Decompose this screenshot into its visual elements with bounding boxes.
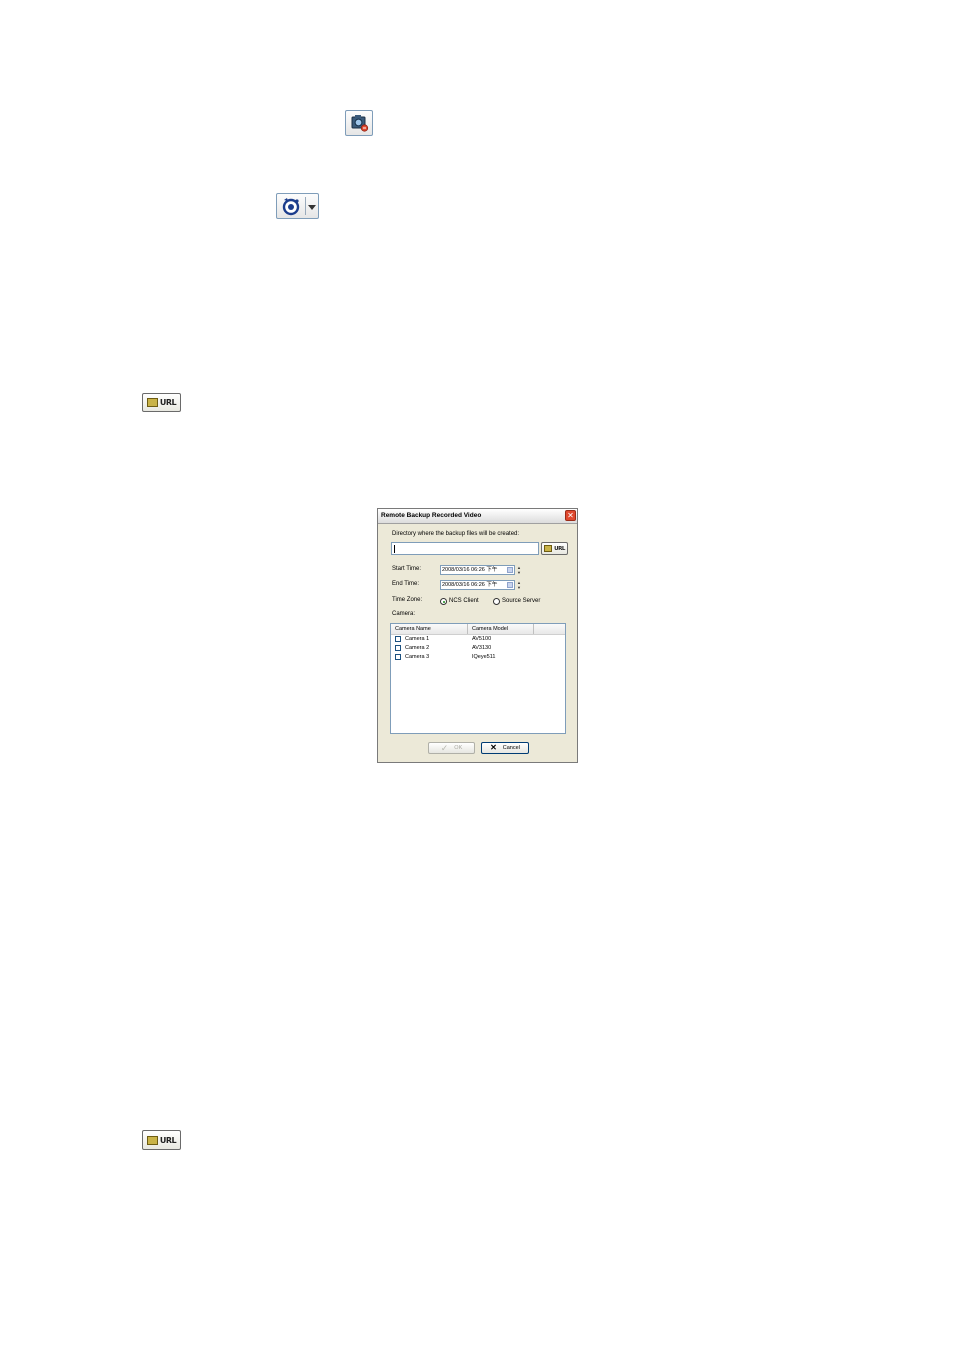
time-zone-ncs-client-radio[interactable] [440, 598, 447, 605]
cancel-label: Cancel [502, 745, 520, 751]
start-time-calendar-dropdown[interactable] [507, 567, 513, 573]
camera-model-cell: IQeye511 [472, 654, 496, 660]
start-time-label: Start Time: [392, 566, 422, 572]
url-button-bottom[interactable]: URL [142, 1130, 181, 1150]
end-time-calendar-dropdown[interactable] [507, 582, 513, 588]
url-button-bottom-label: URL [159, 1135, 177, 1145]
directory-input[interactable] [391, 542, 539, 555]
folder-icon [544, 545, 553, 552]
camera-3-checkbox[interactable] [395, 654, 401, 660]
close-icon[interactable]: ✕ [565, 510, 576, 521]
start-time-spinner[interactable]: ▲ ▼ [516, 565, 522, 575]
folder-icon [146, 398, 158, 407]
camera-name-cell: Camera 1 [405, 636, 430, 642]
directory-url-label: URL [554, 545, 565, 552]
end-time-spinner[interactable]: ▲ ▼ [516, 580, 522, 590]
folder-icon [146, 1135, 158, 1145]
camera-1-checkbox[interactable] [395, 636, 401, 642]
table-row[interactable]: Camera 3 IQeye511 [391, 653, 565, 662]
text-cursor [394, 545, 395, 553]
schedule-clock-icon [282, 198, 300, 216]
schedule-dropdown-button[interactable] [276, 193, 319, 219]
camera-label: Camera: [392, 611, 416, 617]
column-camera-name[interactable]: Camera Name [391, 624, 468, 634]
column-camera-model[interactable]: Camera Model [468, 624, 534, 634]
end-time-field[interactable]: 2008/03/16 06:26 下午 [440, 580, 515, 590]
remote-backup-dialog: Remote Backup Recorded Video ✕ Directory… [377, 508, 578, 763]
camera-2-checkbox[interactable] [395, 645, 401, 651]
dropdown-separator [305, 197, 306, 215]
camera-snapshot-icon [351, 115, 369, 132]
camera-list-header: Camera Name Camera Model [391, 624, 565, 635]
table-row[interactable]: Camera 2 AV3130 [391, 644, 565, 653]
dialog-title: Remote Backup Recorded Video [381, 512, 482, 519]
time-zone-source-server-radio[interactable] [493, 598, 500, 605]
chevron-down-icon[interactable] [307, 203, 317, 211]
cancel-x-icon: ✕ [490, 743, 497, 752]
ok-label: OK [454, 745, 463, 751]
directory-label: Directory where the backup files will be… [392, 531, 520, 537]
time-zone-source-server-label[interactable]: Source Server [502, 598, 540, 604]
camera-model-cell: AV3130 [472, 645, 492, 651]
ok-button[interactable]: ✓ OK [428, 742, 475, 754]
camera-name-cell: Camera 2 [405, 645, 430, 651]
dialog-titlebar[interactable]: Remote Backup Recorded Video ✕ [378, 509, 577, 524]
camera-name-cell: Camera 3 [405, 654, 430, 660]
url-button[interactable]: URL [142, 393, 181, 412]
time-zone-label: Time Zone: [392, 597, 423, 603]
camera-list[interactable]: Camera Name Camera Model Camera 1 AV5100… [390, 623, 566, 734]
directory-url-button[interactable]: URL [541, 542, 568, 555]
camera-model-cell: AV5100 [472, 636, 492, 642]
url-button-label: URL [159, 398, 177, 407]
table-row[interactable]: Camera 1 AV5100 [391, 635, 565, 644]
end-time-label: End Time: [392, 581, 420, 587]
cancel-button[interactable]: ✕ Cancel [481, 742, 529, 754]
snapshot-button[interactable] [345, 110, 373, 136]
checkmark-icon: ✓ [440, 743, 449, 753]
start-time-field[interactable]: 2008/03/16 06:26 下午 [440, 565, 515, 575]
time-zone-ncs-client-label[interactable]: NCS Client [449, 598, 479, 604]
